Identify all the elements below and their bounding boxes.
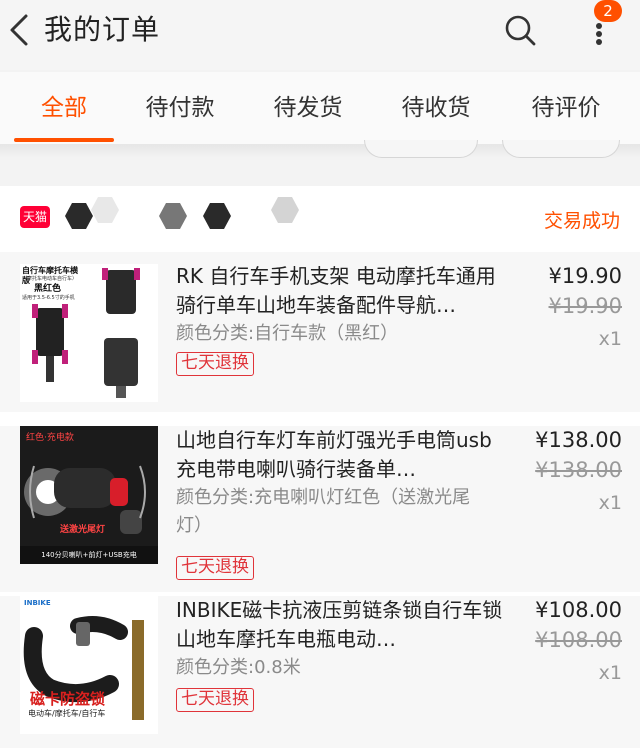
product-thumbnail: 红色·充电款 送激光尾灯 140分贝喇叭+前灯+USB充电 xyxy=(20,426,158,564)
search-icon xyxy=(505,15,536,46)
shop-row[interactable]: 天猫 交易成功 xyxy=(0,186,640,252)
product-sku: 颜色分类:充电喇叭灯红色（送激光尾灯） xyxy=(176,487,471,536)
active-tab-indicator xyxy=(14,138,114,142)
product-thumbnail: 自行车摩托车横版 （摩托车电动车自行车） 黑红色 适用于3.5-6.5寸的手机 xyxy=(20,264,158,402)
order-status: 交易成功 xyxy=(543,210,620,232)
thumb-caption: 黑红色 xyxy=(34,284,62,294)
return-policy-tag: 七天退换 xyxy=(176,352,254,376)
thumb-caption: 电动车/摩托车/自行车 xyxy=(28,709,106,718)
thumb-caption: （摩托车电动车自行车） xyxy=(22,276,78,282)
order-item[interactable]: 红色·充电款 送激光尾灯 140分贝喇叭+前灯+USB充电 山地自行车灯车前灯强… xyxy=(0,426,640,592)
back-button[interactable] xyxy=(4,10,38,50)
product-sku: 颜色分类:自行车款（黑红） xyxy=(176,323,399,344)
top-bar: 我的订单 2 xyxy=(0,0,640,70)
privacy-mask-icon xyxy=(203,203,231,229)
tab-all[interactable]: 全部 xyxy=(14,72,114,144)
order-item[interactable]: 自行车摩托车横版 （摩托车电动车自行车） 黑红色 适用于3.5-6.5寸的手机 … xyxy=(0,252,640,412)
item-divider xyxy=(0,412,640,426)
order-card[interactable]: 天猫 交易成功 自行车摩托车横版 （摩托车电动车自行车） 黑红色 适用于3.5-… xyxy=(0,186,640,748)
search-button[interactable] xyxy=(500,10,540,50)
tab-pending-receipt[interactable]: 待收货 xyxy=(384,72,488,144)
return-policy-tag: 七天退换 xyxy=(176,688,254,712)
original-price: ¥19.90 xyxy=(548,294,622,318)
thumb-caption: 送激光尾灯 xyxy=(60,525,106,535)
order-item[interactable]: INBIKE 磁卡防盗锁 电动车/摩托车/自行车 INBIKE磁卡抗液压剪链条锁… xyxy=(0,596,640,748)
thumb-caption: 140分贝喇叭+前灯+USB充电 xyxy=(20,546,158,564)
order-tabs: 全部 待付款 待发货 待收货 待评价 xyxy=(0,72,640,144)
privacy-mask-icon xyxy=(271,197,299,223)
thumb-caption: 红色·充电款 xyxy=(26,433,74,443)
product-quantity: x1 xyxy=(598,492,622,514)
original-price: ¥108.00 xyxy=(535,628,622,652)
product-quantity: x1 xyxy=(598,328,622,350)
product-price: ¥108.00 xyxy=(535,598,622,622)
product-price: ¥19.90 xyxy=(548,264,622,288)
tab-pending-shipment[interactable]: 待发货 xyxy=(256,72,360,144)
product-sku: 颜色分类:0.8米 xyxy=(176,657,301,678)
product-title[interactable]: INBIKE磁卡抗液压剪链条锁自行车锁山地车摩托车电瓶电动… xyxy=(176,596,506,654)
original-price: ¥138.00 xyxy=(535,458,622,482)
notification-badge: 2 xyxy=(594,0,622,22)
thumb-caption: 适用于3.5-6.5寸的手机 xyxy=(22,295,75,301)
product-price: ¥138.00 xyxy=(535,428,622,452)
tmall-logo: 天猫 xyxy=(20,206,50,228)
product-thumbnail: INBIKE 磁卡防盗锁 电动车/摩托车/自行车 xyxy=(20,596,158,734)
thumb-caption: INBIKE xyxy=(24,599,51,607)
return-policy-tag: 七天退换 xyxy=(176,556,254,580)
tab-pending-payment[interactable]: 待付款 xyxy=(128,72,232,144)
tab-pending-review[interactable]: 待评价 xyxy=(514,72,618,144)
product-quantity: x1 xyxy=(598,662,622,684)
privacy-mask-icon xyxy=(91,197,119,223)
bike-light-image xyxy=(20,426,158,564)
filter-pill xyxy=(364,140,478,158)
product-title[interactable]: 山地自行车灯车前灯强光手电筒usb充电带电喇叭骑行装备单… xyxy=(176,426,506,484)
thumb-caption: 磁卡防盗锁 xyxy=(30,690,106,708)
privacy-mask-icon xyxy=(159,203,187,229)
filter-pill xyxy=(502,140,620,158)
page-title: 我的订单 xyxy=(44,13,161,46)
chevron-left-icon xyxy=(10,14,28,46)
product-title[interactable]: RK 自行车手机支架 电动摩托车通用骑行单车山地车装备配件导航… xyxy=(176,262,506,320)
